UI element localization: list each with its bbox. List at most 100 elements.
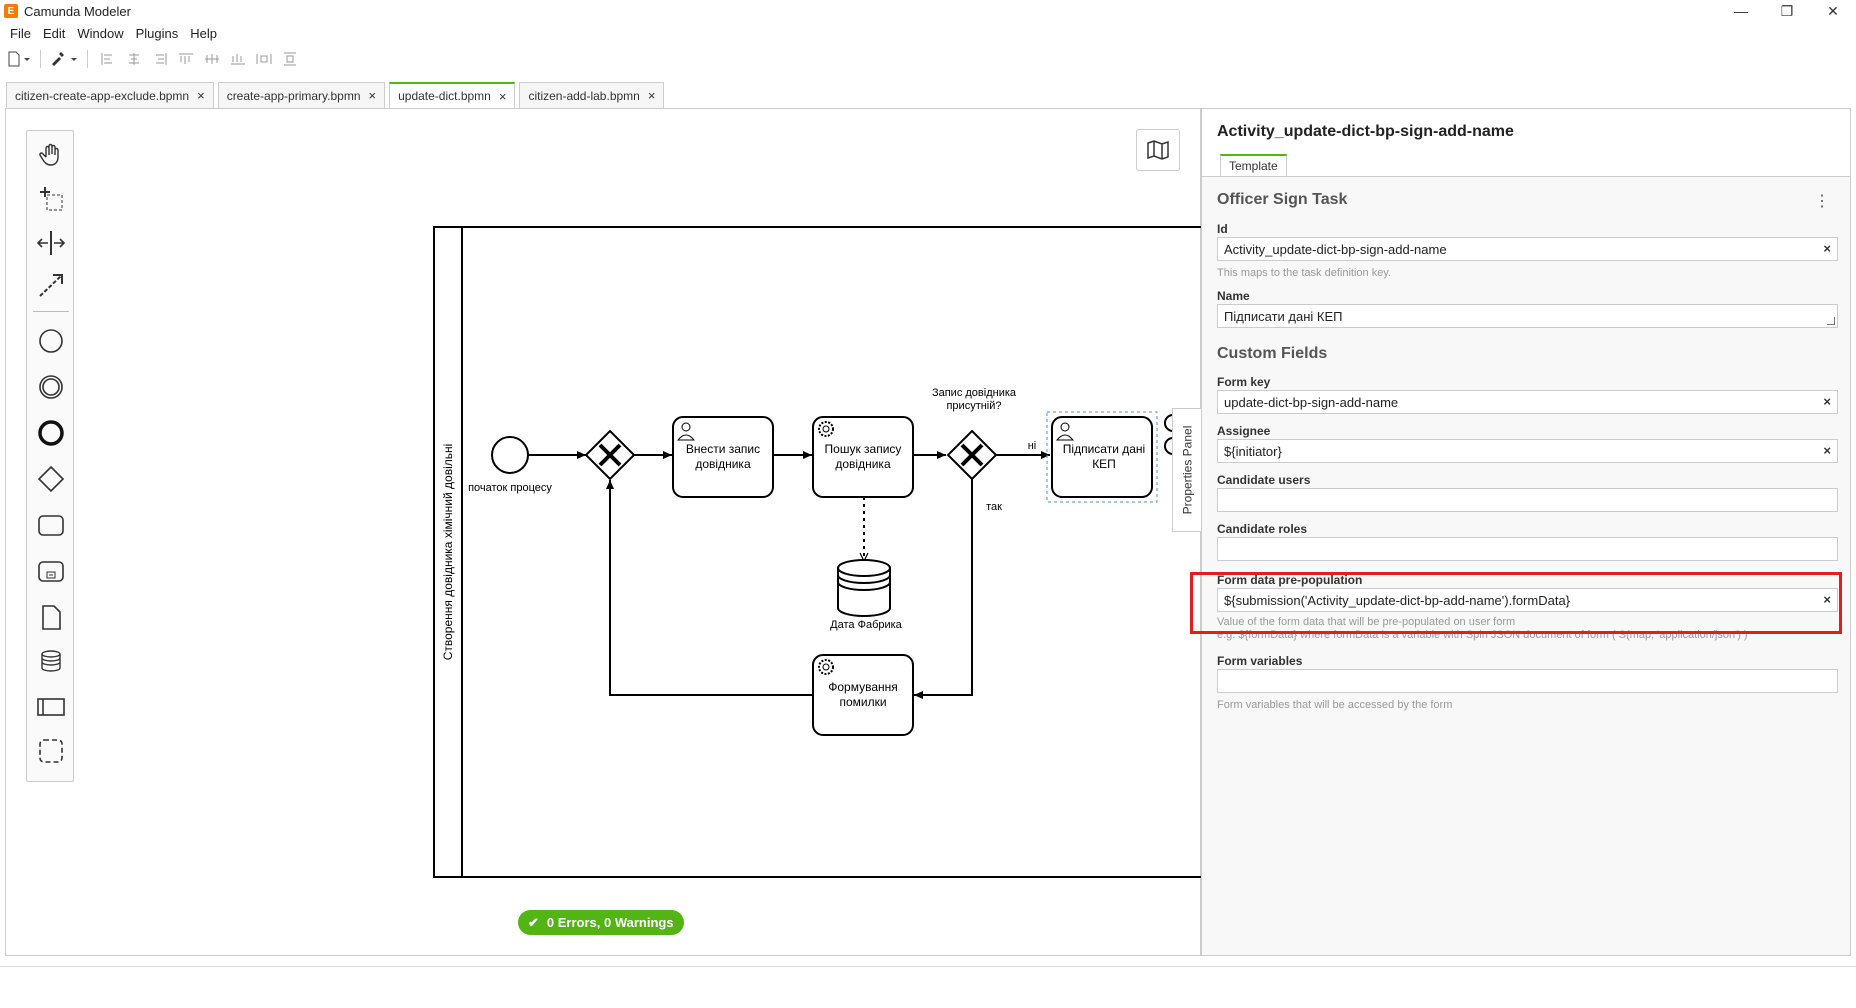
properties-panel: Activity_update-dict-bp-sign-add-name Te… — [1201, 108, 1851, 956]
clear-icon[interactable]: × — [1823, 443, 1831, 458]
task-label: Пошук запису — [825, 442, 902, 456]
minimap-toggle-button[interactable] — [1136, 129, 1180, 171]
properties-header: Activity_update-dict-bp-sign-add-name Te… — [1202, 109, 1850, 177]
window-controls: — ❐ ✕ — [1718, 0, 1856, 22]
end-event-icon — [38, 420, 64, 446]
create-data-store-button[interactable] — [31, 641, 71, 681]
hand-tool-button[interactable] — [31, 135, 71, 175]
name-field[interactable]: Підписати дані КЕП — [1217, 304, 1838, 328]
assignee-field[interactable]: ${initiator} × — [1217, 439, 1838, 463]
id-field[interactable]: Activity_update-dict-bp-sign-add-name × — [1217, 237, 1838, 261]
exclusive-gateway-record-exists[interactable]: Запис довідника присутній? ні так — [932, 387, 1036, 513]
highlight-box — [1190, 572, 1842, 634]
exclusive-gateway[interactable] — [584, 429, 636, 481]
gateway-label: Запис довідника — [932, 387, 1017, 399]
lasso-tool-button[interactable] — [31, 179, 71, 219]
form-variables-description: Form variables that will be accessed by … — [1217, 699, 1453, 711]
flow-label-no: ні — [1028, 440, 1037, 452]
properties-panel-toggle-label: Properties Panel — [1180, 425, 1195, 515]
form-key-label: Form key — [1217, 375, 1271, 389]
form-key-value: update-dict-bp-sign-add-name — [1224, 394, 1399, 410]
task-icon — [38, 515, 64, 536]
create-start-event-button[interactable] — [31, 321, 71, 361]
pool-icon — [37, 698, 65, 716]
form-key-field[interactable]: update-dict-bp-sign-add-name × — [1217, 390, 1838, 414]
create-group-button[interactable] — [31, 731, 71, 771]
palette-separator — [33, 311, 69, 312]
properties-panel-toggle[interactable]: Properties Panel — [1172, 408, 1202, 532]
form-variables-field[interactable] — [1217, 669, 1838, 693]
more-options-icon[interactable]: ⋮ — [1814, 191, 1830, 211]
custom-fields-title: Custom Fields — [1217, 345, 1328, 362]
hand-icon — [39, 143, 59, 166]
candidate-users-field[interactable] — [1217, 488, 1838, 512]
lint-status-badge[interactable]: ✔ 0 Errors, 0 Warnings — [518, 910, 684, 935]
subprocess-icon — [38, 561, 64, 582]
id-value: Activity_update-dict-bp-sign-add-name — [1224, 241, 1447, 257]
sequence-flows — [528, 451, 1050, 699]
user-task-enter-record[interactable]: Внести запис довідника — [672, 416, 774, 498]
minimize-button[interactable]: — — [1718, 0, 1764, 22]
bpmn-diagram: Створення довідника хімічний довільні по… — [433, 226, 1201, 878]
create-end-event-button[interactable] — [31, 413, 71, 453]
flow-label-yes: так — [986, 501, 1002, 513]
task-label: довідника — [695, 457, 751, 471]
intermediate-event-icon — [39, 375, 63, 399]
id-description: This maps to the task definition key. — [1217, 267, 1392, 279]
tool-palette — [26, 130, 74, 782]
task-label: помилки — [839, 695, 886, 709]
task-label: КЕП — [1092, 457, 1116, 471]
lint-status-text: 0 Errors, 0 Warnings — [546, 915, 674, 930]
task-label: довідника — [835, 457, 891, 471]
space-tool-icon — [37, 231, 65, 255]
pool[interactable]: Створення довідника хімічний довільні — [433, 226, 1201, 878]
lane-label: Створення довідника хімічний довільні — [441, 444, 455, 661]
check-icon: ✔ — [528, 914, 539, 930]
tab-divider — [1202, 176, 1850, 177]
candidate-roles-label: Candidate roles — [1217, 522, 1308, 536]
candidate-users-label: Candidate users — [1217, 473, 1311, 487]
clear-icon[interactable]: × — [1823, 241, 1831, 256]
create-intermediate-event-button[interactable] — [31, 367, 71, 407]
datastore-label: Дата Фабрика — [830, 619, 903, 631]
assignee-label: Assignee — [1217, 424, 1271, 438]
group-icon — [39, 739, 63, 763]
resize-grip-icon[interactable] — [1827, 317, 1835, 325]
start-event[interactable]: початок процесу — [468, 436, 552, 494]
create-gateway-button[interactable] — [31, 459, 71, 499]
tab-template[interactable]: Template — [1220, 154, 1287, 176]
task-label: Підписати дані — [1063, 442, 1145, 456]
create-subprocess-button[interactable] — [31, 551, 71, 591]
data-object-icon — [42, 605, 61, 630]
create-pool-button[interactable] — [31, 687, 71, 727]
clear-icon[interactable]: × — [1823, 394, 1831, 409]
service-task-search-record[interactable]: Пошук запису довідника — [812, 416, 914, 498]
start-event-label: початок процесу — [468, 482, 552, 494]
gateway-label: присутній? — [946, 400, 1001, 412]
template-name: Officer Sign Task — [1217, 191, 1348, 208]
id-label: Id — [1217, 222, 1228, 236]
create-task-button[interactable] — [31, 505, 71, 545]
task-label: Внести запис — [686, 442, 760, 456]
connect-tool-button[interactable] — [31, 265, 71, 305]
maximize-button[interactable]: ❐ — [1764, 0, 1810, 22]
name-value: Підписати дані КЕП — [1224, 308, 1343, 324]
assignee-value: ${initiator} — [1224, 443, 1282, 459]
space-tool-button[interactable] — [31, 223, 71, 263]
map-icon — [1147, 140, 1169, 160]
data-store[interactable]: Дата Фабрика — [830, 559, 903, 631]
database-icon — [41, 650, 61, 672]
gateway-icon — [37, 465, 65, 493]
create-data-object-button[interactable] — [31, 597, 71, 637]
task-label: Формування — [828, 680, 898, 694]
camunda-modeler-window: E Camunda Modeler — ❐ ✕ File Edit Window… — [0, 0, 1856, 1008]
status-bar-divider — [0, 966, 1856, 967]
connect-icon — [39, 274, 63, 297]
form-variables-label: Form variables — [1217, 654, 1303, 668]
lasso-icon — [40, 187, 63, 211]
candidate-roles-field[interactable] — [1217, 537, 1838, 561]
close-button[interactable]: ✕ — [1810, 0, 1856, 22]
service-task-build-error[interactable]: Формування помилки — [812, 654, 914, 736]
user-task-sign-data[interactable]: Підписати дані КЕП — [1046, 411, 1182, 503]
element-id-title: Activity_update-dict-bp-sign-add-name — [1217, 123, 1514, 140]
